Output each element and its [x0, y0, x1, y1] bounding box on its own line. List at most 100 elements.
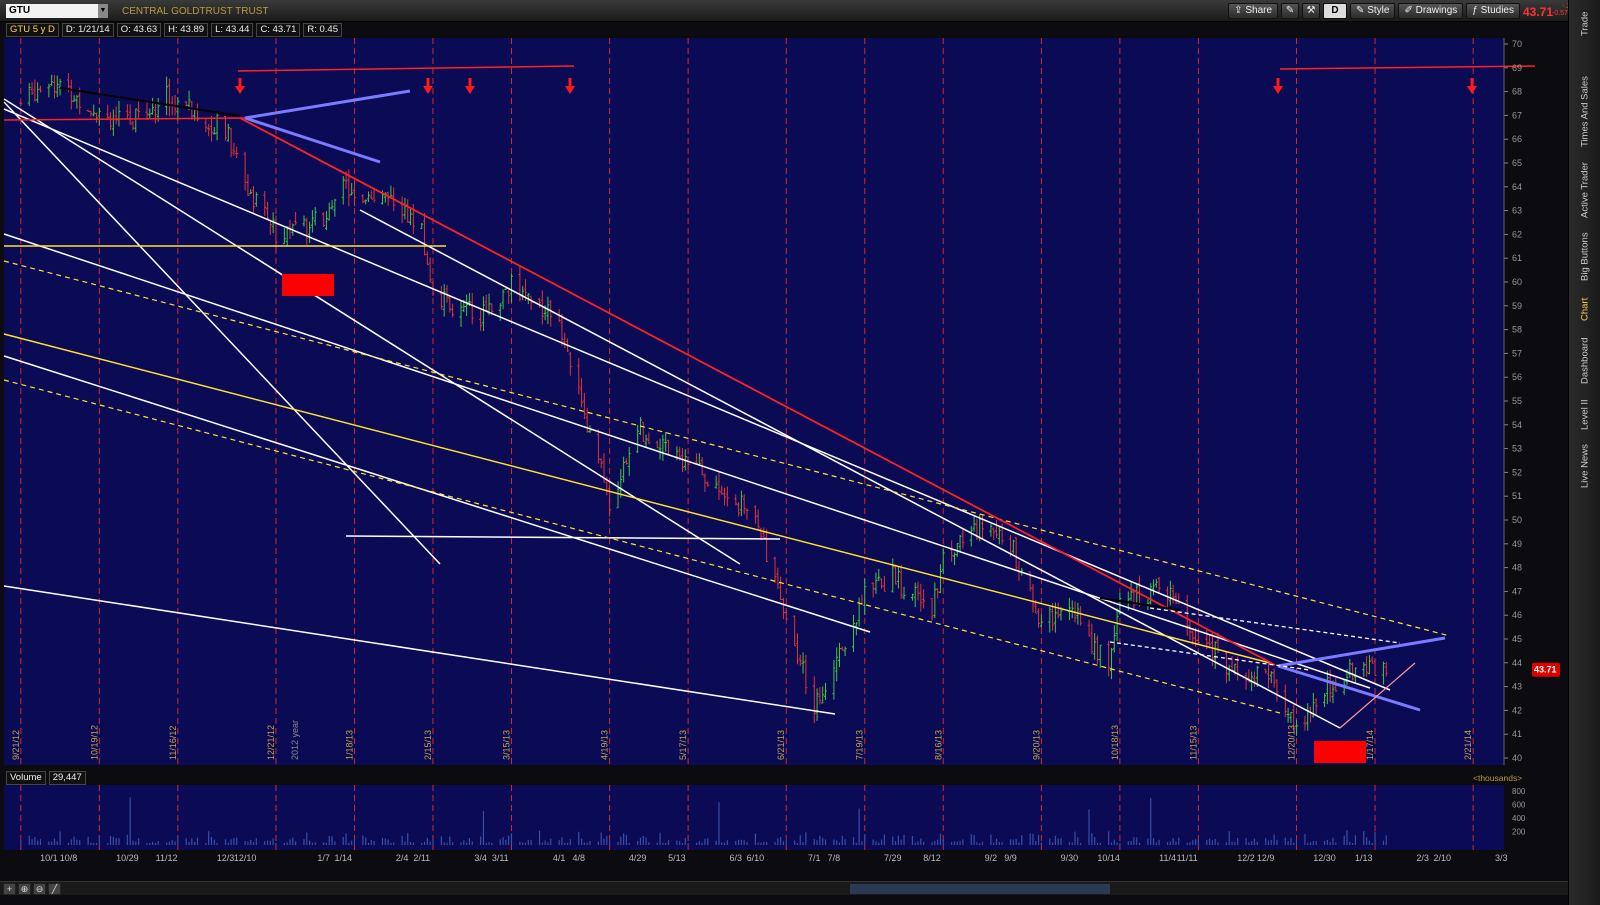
- event-date-label: 9/20/13: [1031, 730, 1041, 760]
- x-axis-label: 2/10: [1434, 853, 1452, 863]
- style-label: Style: [1367, 5, 1390, 16]
- price-tick-label: 43: [1512, 682, 1522, 692]
- x-axis-label: 6/3: [730, 853, 743, 863]
- x-axis-label: 10/29: [116, 853, 139, 863]
- volume-tick-label: 800: [1512, 787, 1526, 796]
- price-tick-label: 53: [1512, 444, 1522, 454]
- x-axis-label: 3/3: [1495, 853, 1508, 863]
- price-tick-label: 69: [1512, 63, 1522, 73]
- last-price: 43.71: [1523, 5, 1554, 19]
- event-date-label: 1/17/14: [1365, 730, 1375, 760]
- event-date-label: 6/21/13: [776, 730, 786, 760]
- info-open: O: 43.63: [116, 23, 162, 37]
- x-axis-label: 4/1: [553, 853, 566, 863]
- price-tick-label: 46: [1512, 610, 1522, 620]
- price-info-bar: GTU 5 y D D: 1/21/14 O: 43.63 H: 43.89 L…: [6, 23, 342, 37]
- price-tick-label: 41: [1512, 729, 1522, 739]
- price-tick-label: 66: [1512, 134, 1522, 144]
- info-date: D: 1/21/14: [61, 23, 114, 37]
- price-tick-label: 44: [1512, 658, 1522, 668]
- x-axis-label: 2/4: [396, 853, 409, 863]
- symbol-dropdown-icon[interactable]: ▼: [98, 4, 108, 18]
- x-axis-label: 3/4: [474, 853, 487, 863]
- price-tick-label: 62: [1512, 229, 1522, 239]
- chart-scrollbar[interactable]: + ⊕ ⊖ ╱: [0, 881, 1568, 895]
- price-tick-label: 51: [1512, 491, 1522, 501]
- x-axis-label: 6/10: [747, 853, 765, 863]
- marker-box: [1314, 741, 1366, 763]
- x-axis-label: 9/2: [985, 853, 998, 863]
- x-axis-label: 3/11: [492, 853, 509, 863]
- price-tick-label: 55: [1512, 396, 1522, 406]
- x-axis-label: 9/9: [1004, 853, 1017, 863]
- x-axis-label: 7/8: [828, 853, 841, 863]
- event-date-label: 7/19/13: [855, 730, 865, 760]
- price-tick-label: 58: [1512, 325, 1522, 335]
- x-axis-label: 10/1: [40, 853, 58, 863]
- price-tick-label: 61: [1512, 253, 1522, 263]
- sidebar-tab-times-and-sales[interactable]: Times And Sales: [1575, 52, 1595, 172]
- x-axis-label: 9/30: [1061, 853, 1079, 863]
- last-price-badge-label: 43.71: [1534, 665, 1557, 675]
- sidebar-tab-dashboard[interactable]: Dashboard: [1575, 330, 1595, 392]
- style-button[interactable]: ✎ Style: [1350, 3, 1396, 19]
- price-tick-label: 56: [1512, 372, 1522, 382]
- wrench-icon[interactable]: ⚒: [1302, 3, 1321, 19]
- sidebar-tab-trade[interactable]: Trade: [1575, 4, 1595, 44]
- symbol-input[interactable]: GTU: [6, 4, 98, 18]
- marker-box: [282, 274, 334, 296]
- drawings-button[interactable]: ✐ Drawings: [1398, 3, 1464, 19]
- price-chart[interactable]: 40 41 42 43 44 45 46 47 48 49 50 51 52 53 54 55 56 57 58 59…: [0, 38, 1568, 880]
- event-date-label: 2/15/13: [423, 730, 433, 760]
- sidebar-tab-live-news[interactable]: Live News: [1575, 438, 1595, 494]
- info-low: L: 43.44: [211, 23, 254, 37]
- studies-label: Studies: [1480, 5, 1514, 16]
- zoom-fit-icon[interactable]: ⊕: [18, 883, 31, 895]
- price-panel-bg: [4, 38, 1504, 765]
- drawings-label: Drawings: [1415, 5, 1458, 16]
- symbol-description: CENTRAL GOLDTRUST TRUST: [122, 6, 269, 17]
- x-axis-label: 10/14: [1097, 853, 1120, 863]
- scrollbar-thumb[interactable]: [850, 884, 1110, 894]
- x-axis-label: 8/12: [923, 853, 941, 863]
- price-tick-label: 64: [1512, 182, 1522, 192]
- volume-label: Volume: [6, 771, 46, 785]
- info-range: R: 0.45: [303, 23, 342, 37]
- event-date-label: 12/21/12: [266, 725, 276, 760]
- zoom-in-icon[interactable]: +: [3, 883, 16, 895]
- x-axis-label: 4/8: [573, 853, 586, 863]
- aggregation-button[interactable]: D: [1323, 3, 1348, 19]
- zoom-out-icon[interactable]: ⊖: [33, 883, 46, 895]
- event-date-label: 10/19/12: [89, 725, 99, 760]
- price-tick-label: 63: [1512, 206, 1522, 216]
- event-date-label: 8/16/13: [933, 730, 943, 760]
- event-date-label: 1/18/13: [344, 730, 354, 760]
- event-date-label: 9/21/12: [11, 730, 21, 760]
- price-tick-label: 52: [1512, 467, 1522, 477]
- event-date-label: 2/21/14: [1463, 730, 1473, 760]
- x-axis-label: 7/1: [808, 853, 821, 863]
- sidebar-tab-chart[interactable]: Chart: [1575, 290, 1595, 328]
- year-label: 2012 year: [290, 720, 300, 760]
- sidebar-tab-active-trader[interactable]: Active Trader: [1575, 160, 1595, 220]
- price-tick-label: 40: [1512, 753, 1522, 763]
- info-high: H: 43.89: [164, 23, 209, 37]
- event-date-label: 10/18/13: [1110, 725, 1120, 760]
- sidebar-tab-level-ii[interactable]: Level II: [1575, 396, 1595, 434]
- price-tick-label: 65: [1512, 158, 1522, 168]
- price-tick-label: 70: [1512, 39, 1522, 49]
- toolbar-buttons: ⇪ Share ✎ ⚒ D ✎ Style ✐ Drawings ƒ Studi…: [1228, 3, 1520, 19]
- price-tick-label: 67: [1512, 110, 1522, 120]
- sidebar-tab-big-buttons[interactable]: Big Buttons: [1575, 226, 1595, 288]
- pencil-icon[interactable]: ✎: [1281, 3, 1300, 19]
- price-tick-label: 57: [1512, 348, 1522, 358]
- share-button[interactable]: ⇪ Share: [1228, 3, 1279, 19]
- volume-tick-label: 600: [1512, 801, 1526, 810]
- drawing-tool-icon[interactable]: ╱: [48, 883, 61, 895]
- x-axis-label: 11/12: [156, 853, 178, 863]
- x-axis-label: 11/4: [1159, 853, 1176, 863]
- studies-button[interactable]: ƒ Studies: [1466, 3, 1520, 19]
- chart-period[interactable]: GTU 5 y D: [6, 23, 59, 37]
- price-tick-label: 50: [1512, 515, 1522, 525]
- event-date-label: 11/15/13: [1188, 726, 1198, 760]
